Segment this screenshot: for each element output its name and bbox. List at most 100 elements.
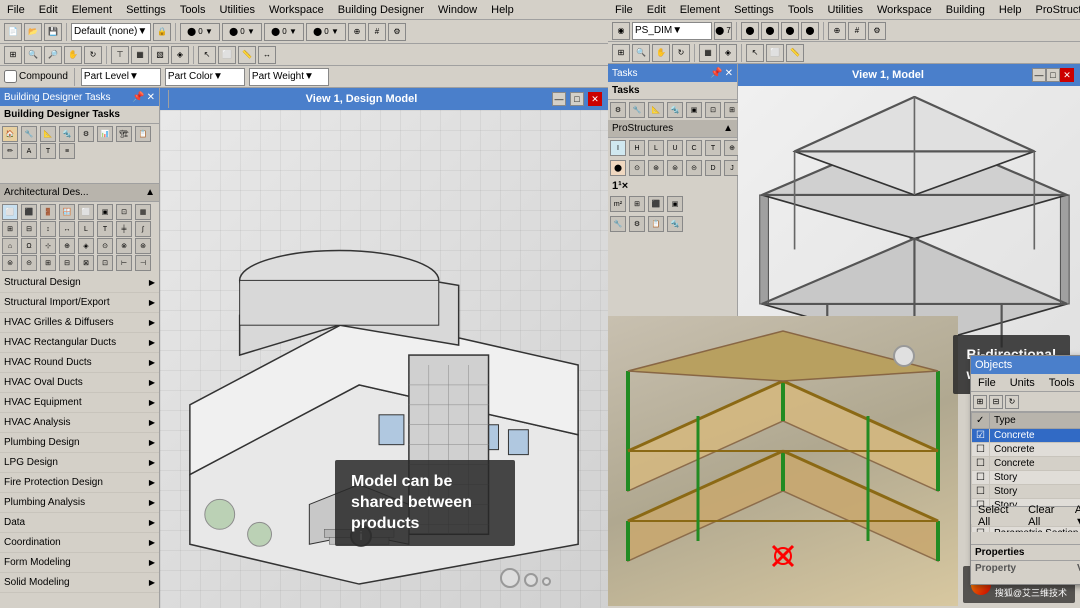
arch-icon-17[interactable]: ⌂ bbox=[2, 238, 18, 254]
vp-minimize-btn[interactable]: — bbox=[552, 92, 566, 106]
r-tool2-8[interactable]: ⬜ bbox=[766, 44, 784, 62]
pan-icon[interactable]: ✋ bbox=[64, 46, 82, 64]
r-menu-file[interactable]: File bbox=[612, 4, 636, 16]
r-ps-icon-6[interactable]: T bbox=[705, 140, 721, 156]
obj-menu-tools[interactable]: Tools bbox=[1046, 377, 1078, 389]
r-grid-icon[interactable]: # bbox=[848, 22, 866, 40]
table-row[interactable]: ☐ Concrete 29.91 N/mm2 bbox=[972, 443, 1080, 457]
zoom-out-icon[interactable]: 🔎 bbox=[44, 46, 62, 64]
table-row[interactable]: ☑ Concrete 28 N/m m2 bbox=[972, 429, 1080, 443]
s-icon-2[interactable]: 🔧 bbox=[21, 126, 37, 142]
part-level-dropdown[interactable]: Part Level▼ bbox=[81, 68, 161, 86]
part-color-dropdown[interactable]: Part Color▼ bbox=[165, 68, 245, 86]
nav-hvac-oval[interactable]: HVAC Oval Ducts ▶ bbox=[0, 373, 159, 393]
row-check-1[interactable]: ☑ bbox=[972, 429, 990, 443]
s-icon-1[interactable]: 🏠 bbox=[2, 126, 18, 142]
r-tool-2[interactable]: ⬤ 7 bbox=[714, 22, 732, 40]
default-dropdown[interactable]: Default (none) ▼ bbox=[71, 23, 151, 41]
save-icon[interactable]: 💾 bbox=[44, 23, 62, 41]
tasks-close-icon[interactable]: ✕ bbox=[147, 92, 155, 103]
element-icon[interactable]: ⬜ bbox=[218, 46, 236, 64]
r-settings-icon[interactable]: ⚙ bbox=[868, 22, 886, 40]
s-icon-4[interactable]: 🔩 bbox=[59, 126, 75, 142]
r-menu-utilities[interactable]: Utilities bbox=[825, 4, 866, 16]
all-dropdown-btn[interactable]: All ▼ bbox=[1072, 504, 1080, 528]
r-menu-edit[interactable]: Edit bbox=[644, 4, 669, 16]
nav-plumbing[interactable]: Plumbing Design ▶ bbox=[0, 433, 159, 453]
obj-menu-file[interactable]: File bbox=[975, 377, 999, 389]
arch-icon-6[interactable]: ▣ bbox=[97, 204, 113, 220]
nav-coordination[interactable]: Coordination ▶ bbox=[0, 533, 159, 553]
table-row[interactable]: ☐ Concrete 30 N/mm2 bbox=[972, 457, 1080, 471]
arch-icon-18[interactable]: Ω bbox=[21, 238, 37, 254]
arch-icon-10[interactable]: ⊟ bbox=[21, 221, 37, 237]
r-tasks-pin[interactable]: 📌 bbox=[710, 68, 722, 79]
arch-icon-12[interactable]: ↔ bbox=[59, 221, 75, 237]
r-snap-icon[interactable]: ⊕ bbox=[828, 22, 846, 40]
s-icon-11[interactable]: T bbox=[40, 143, 56, 159]
r-tool-1[interactable]: ◉ bbox=[612, 22, 630, 40]
menu-tools[interactable]: Tools bbox=[177, 4, 209, 16]
r-tool2-7[interactable]: ↖ bbox=[746, 44, 764, 62]
menu-window[interactable]: Window bbox=[435, 4, 480, 16]
row-check-5[interactable]: ☐ bbox=[972, 485, 990, 499]
grid-icon[interactable]: # bbox=[368, 23, 386, 41]
arch-section-header[interactable]: Architectural Des... ▲ bbox=[0, 184, 159, 202]
r-b-icon-3[interactable]: 📋 bbox=[648, 216, 664, 232]
r-vp-maximize[interactable]: □ bbox=[1046, 68, 1060, 82]
arch-icon-21[interactable]: ◈ bbox=[78, 238, 94, 254]
r-e-icon-3[interactable]: ⬛ bbox=[648, 196, 664, 212]
r-s-icon-3[interactable]: 📐 bbox=[648, 102, 664, 118]
select-all-btn[interactable]: Select All bbox=[975, 504, 1017, 528]
obj-tb-1[interactable]: ⊞ bbox=[973, 395, 987, 409]
tb-icon-4[interactable]: ⬤ 0 ▼ bbox=[306, 23, 346, 41]
arch-icon-28[interactable]: ⊟ bbox=[59, 255, 75, 271]
r-a-icon-5[interactable]: ⊝ bbox=[686, 160, 702, 176]
r-tool2-4[interactable]: ↻ bbox=[672, 44, 690, 62]
arch-icon-30[interactable]: ⊡ bbox=[97, 255, 113, 271]
row-check-4[interactable]: ☐ bbox=[972, 471, 990, 485]
arch-icon-20[interactable]: ⊕ bbox=[59, 238, 75, 254]
arch-icon-14[interactable]: T bbox=[97, 221, 113, 237]
fit-icon[interactable]: ⊞ bbox=[4, 46, 22, 64]
arch-icon-31[interactable]: ⊢ bbox=[116, 255, 132, 271]
obj-tb-3[interactable]: ↻ bbox=[1005, 395, 1019, 409]
r-tool2-6[interactable]: ◈ bbox=[719, 44, 737, 62]
nav-hvac-round[interactable]: HVAC Round Ducts ▶ bbox=[0, 353, 159, 373]
tasks-pin-icon[interactable]: 📌 bbox=[132, 92, 144, 103]
menu-file[interactable]: File bbox=[4, 4, 28, 16]
snap-icon[interactable]: ⊕ bbox=[348, 23, 366, 41]
r-s-icon-4[interactable]: 🔩 bbox=[667, 102, 683, 118]
menu-element[interactable]: Element bbox=[69, 4, 115, 16]
r-b-icon-4[interactable]: 🔩 bbox=[667, 216, 683, 232]
tb-icon-1[interactable]: ⬤ 0 ▼ bbox=[180, 23, 220, 41]
arch-icon-13[interactable]: L bbox=[78, 221, 94, 237]
table-row[interactable]: ☐ Story Floor 00 bbox=[972, 485, 1080, 499]
view-top-icon[interactable]: ⊤ bbox=[111, 46, 129, 64]
nav-form-modeling[interactable]: Form Modeling ▶ bbox=[0, 553, 159, 573]
r-tasks-close[interactable]: ✕ bbox=[725, 68, 733, 79]
r-menu-workspace[interactable]: Workspace bbox=[874, 4, 935, 16]
arch-icon-9[interactable]: ⊞ bbox=[2, 221, 18, 237]
r-s-icon-6[interactable]: ⊡ bbox=[705, 102, 721, 118]
s-icon-5[interactable]: ⚙ bbox=[78, 126, 94, 142]
r-menu-help[interactable]: Help bbox=[996, 4, 1025, 16]
col-type[interactable]: Type bbox=[989, 413, 1080, 429]
r-b-icon-2[interactable]: ⚙ bbox=[629, 216, 645, 232]
r-ps-icon-2[interactable]: H bbox=[629, 140, 645, 156]
menu-workspace[interactable]: Workspace bbox=[266, 4, 327, 16]
arch-icon-26[interactable]: ⊝ bbox=[21, 255, 37, 271]
obj-tb-2[interactable]: ⊟ bbox=[989, 395, 1003, 409]
view-front-icon[interactable]: ▦ bbox=[131, 46, 149, 64]
r-ps-icon-4[interactable]: U bbox=[667, 140, 683, 156]
menu-settings[interactable]: Settings bbox=[123, 4, 169, 16]
nav-structural-import[interactable]: Structural Import/Export ▶ bbox=[0, 293, 159, 313]
r-tool2-2[interactable]: 🔍 bbox=[632, 44, 650, 62]
r-tool2-9[interactable]: 📏 bbox=[786, 44, 804, 62]
r-menu-prostructures[interactable]: ProStructures bbox=[1033, 4, 1080, 16]
vp-maximize-btn[interactable]: □ bbox=[570, 92, 584, 106]
s-icon-7[interactable]: 🏗 bbox=[116, 126, 132, 142]
dimension-icon[interactable]: ↔ bbox=[258, 46, 276, 64]
arch-icon-23[interactable]: ⊗ bbox=[116, 238, 132, 254]
obj-menu-units[interactable]: Units bbox=[1007, 377, 1038, 389]
